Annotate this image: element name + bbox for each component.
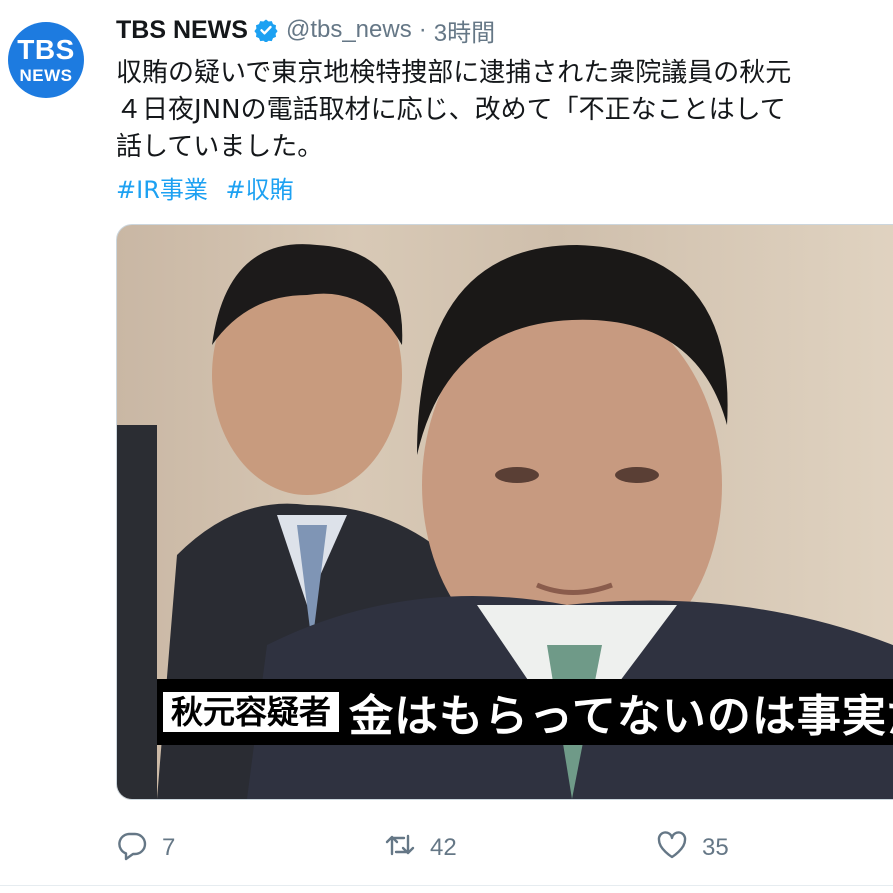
caption-speaker-label: 秋元容疑者 <box>163 692 340 732</box>
hashtag-link[interactable]: #IR事業 <box>116 176 208 204</box>
video-thumbnail[interactable]: 秋元容疑者 金はもらってないのは事実だ <box>116 224 893 800</box>
tweet-header: TBS NEWS @tbs_news · 3時間 <box>116 12 495 48</box>
avatar-text-line2: NEWS <box>19 66 73 85</box>
timestamp[interactable]: 3時間 <box>434 13 495 48</box>
retweet-button[interactable]: 42 <box>384 829 457 868</box>
reply-icon <box>116 829 148 868</box>
hashtag-link[interactable]: #収賄 <box>226 176 294 204</box>
user-handle[interactable]: @tbs_news <box>286 16 412 44</box>
like-count: 35 <box>702 834 729 861</box>
video-caption: 秋元容疑者 金はもらってないのは事実だ <box>157 679 893 745</box>
reply-count: 7 <box>162 834 176 861</box>
tweet-text-line: 収賄の疑いで東京地検特捜部に逮捕された衆院議員の秋元 <box>116 58 792 88</box>
tweet-text-line: 話していました。 <box>116 132 324 162</box>
hashtags: #IR事業 #収賄 <box>116 170 304 205</box>
heart-icon <box>656 829 688 868</box>
tweet-text: 収賄の疑いで東京地検特捜部に逮捕された衆院議員の秋元 ４日夜JNNの電話取材に応… <box>116 55 893 166</box>
avatar[interactable]: TBS NEWS <box>8 22 84 98</box>
reply-button[interactable]: 7 <box>116 829 175 868</box>
caption-text: 金はもらってないのは事実だ <box>349 691 893 742</box>
avatar-text-line1: TBS <box>17 34 75 65</box>
retweet-icon <box>384 829 416 868</box>
retweet-count: 42 <box>430 834 457 861</box>
separator-dot: · <box>418 16 427 43</box>
tweet-text-line: ４日夜JNNの電話取材に応じ、改めて「不正なことはして <box>116 95 786 125</box>
tweet-actions: 7 42 35 <box>116 826 876 870</box>
divider <box>0 885 893 886</box>
display-name[interactable]: TBS NEWS <box>116 16 248 45</box>
like-button[interactable]: 35 <box>656 829 729 868</box>
verified-badge-icon <box>254 18 278 43</box>
